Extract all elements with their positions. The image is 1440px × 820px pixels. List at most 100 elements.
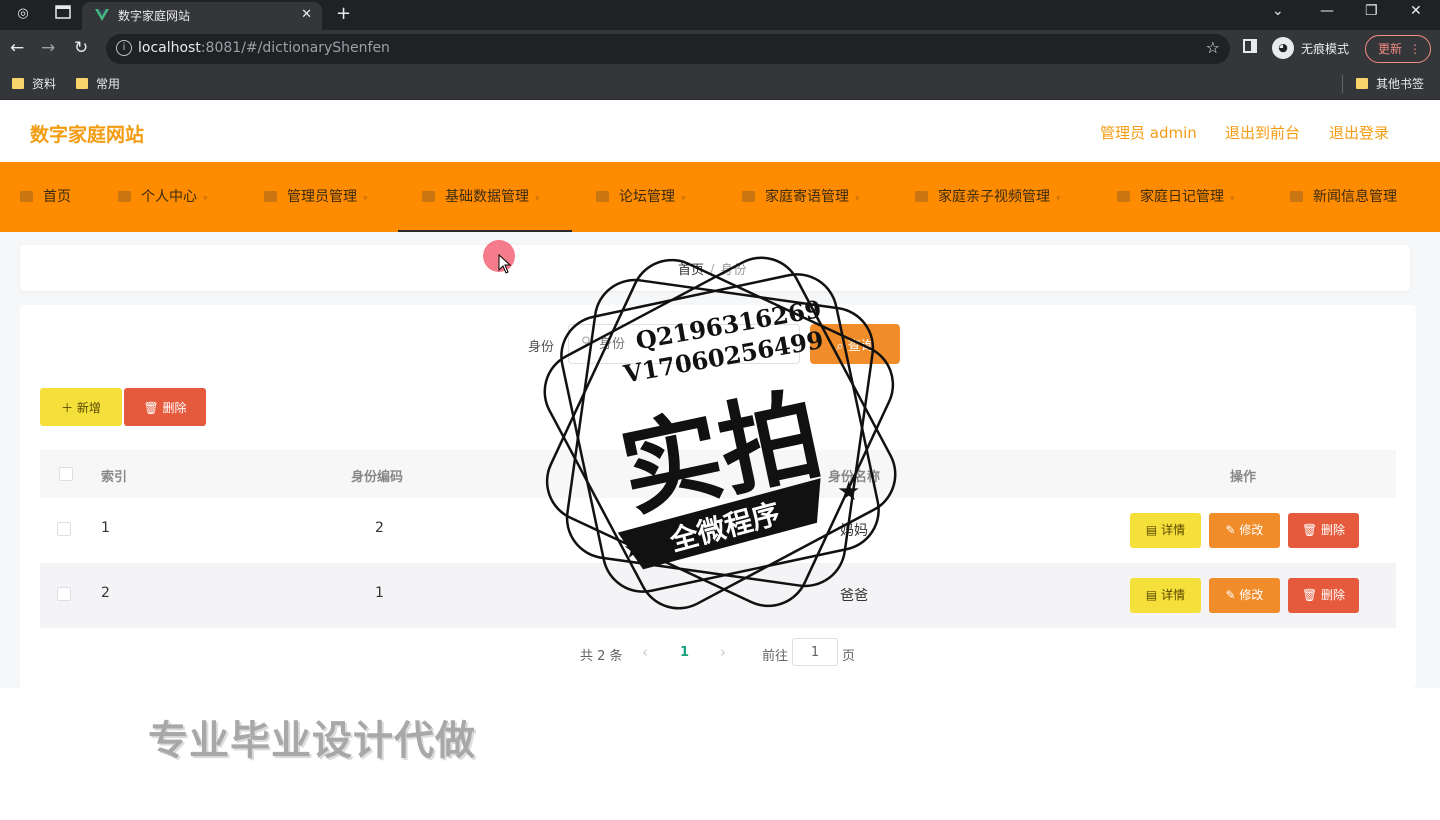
folder-icon [12, 78, 24, 89]
database-icon [422, 191, 435, 202]
update-button[interactable]: 更新 ⋮ [1365, 35, 1431, 63]
news-icon [1290, 191, 1303, 202]
update-label: 更新 [1378, 42, 1403, 56]
maximize-icon[interactable]: ❐ [1365, 3, 1378, 19]
pencil-icon: ✎ [1225, 523, 1240, 537]
cell-code: 1 [375, 585, 384, 601]
nav-item-admin[interactable]: 管理员管理 ▾ [264, 162, 368, 232]
admin-label: 管理员 admin [1100, 124, 1197, 142]
url-field[interactable]: i localhost:8081/#/dictionaryShenfen ☆ [106, 34, 1230, 64]
bookmark-folder-other[interactable]: 其他书签 [1356, 75, 1424, 92]
address-bar: ← → ↻ i localhost:8081/#/dictionaryShenf… [0, 30, 1440, 68]
side-panel-icon[interactable] [1243, 39, 1257, 53]
next-page-icon[interactable]: › [720, 643, 726, 661]
nav-item-family-message[interactable]: 家庭寄语管理 ▾ [742, 162, 860, 232]
folder-icon [76, 78, 88, 89]
tab-search-icon[interactable]: ⌄ [1272, 3, 1284, 19]
nav-item-family-diary[interactable]: 家庭日记管理 ▾ [1117, 162, 1235, 232]
row-checkbox[interactable] [57, 522, 71, 536]
add-button[interactable]: ＋ 新增 [40, 388, 122, 426]
vue-logo-icon [95, 9, 109, 21]
cell-code: 2 [375, 520, 384, 536]
pagination-current-page[interactable]: 1 [680, 645, 689, 660]
header-index: 索引 [101, 470, 128, 485]
admin-icon [264, 191, 277, 202]
star-icon: ★ [623, 535, 646, 565]
incognito-label: 无痕模式 [1301, 42, 1350, 56]
header-actions: 操作 [1230, 470, 1257, 485]
bookmark-separator [1342, 75, 1343, 93]
site-header: 数字家庭网站 管理员 admin 退出到前台 退出登录 [0, 100, 1440, 162]
main-nav: 首页 个人中心 ▾ 管理员管理 ▾ 基础数据管理 ▾ 论坛管理 ▾ 家庭寄语管理 ▾ 家庭… [0, 162, 1440, 232]
new-tab-icon[interactable]: + [336, 3, 351, 24]
close-window-icon[interactable]: ✕ [1410, 3, 1422, 19]
chevron-down-icon: ▾ [681, 194, 686, 204]
pencil-icon: ✎ [1225, 588, 1240, 602]
reload-icon[interactable]: ↻ [74, 38, 88, 58]
nav-item-news[interactable]: 新闻信息管理 [1290, 162, 1397, 232]
globe-icon[interactable]: ◎ [14, 5, 32, 23]
url-text: localhost:8081/#/dictionaryShenfen [138, 40, 390, 56]
bookmarks-bar: 资料 常用 其他书签 [0, 68, 1440, 100]
trash-icon: 🗑 [143, 400, 163, 415]
bookmark-folder-ziliao[interactable]: 资料 [12, 75, 56, 92]
detail-button[interactable]: ▤ 详情 [1130, 513, 1201, 548]
row-checkbox[interactable] [57, 587, 71, 601]
back-to-front-link[interactable]: 退出到前台 [1225, 122, 1300, 143]
header-code: 身份编码 [351, 470, 404, 485]
site-title: 数字家庭网站 [30, 124, 145, 146]
site-info-icon[interactable]: i [116, 40, 132, 56]
browser-tab-bar: ◎ 数字家庭网站 ✕ + ⌄ — ❐ ✕ [0, 0, 1440, 30]
pagination-total: 共 2 条 [580, 649, 623, 664]
message-icon [742, 191, 755, 202]
diary-icon [1117, 191, 1130, 202]
user-icon [118, 191, 131, 202]
pagination-goto-label: 前往 [762, 649, 789, 664]
chevron-down-icon: ▾ [1230, 194, 1235, 204]
plus-icon: ＋ [61, 400, 77, 415]
bookmark-star-icon[interactable]: ☆ [1206, 38, 1220, 57]
tab-close-icon[interactable]: ✕ [301, 7, 312, 22]
chevron-down-icon: ▾ [855, 194, 860, 204]
star-icon: ★ [837, 477, 860, 507]
chevron-down-icon: ▾ [363, 194, 368, 204]
incognito-icon[interactable]: ◕ [1272, 37, 1294, 59]
cell-index: 1 [101, 520, 110, 536]
detail-button[interactable]: ▤ 详情 [1130, 578, 1201, 613]
document-icon: ▤ [1145, 588, 1162, 602]
video-caption: 专业毕业设计代做 [148, 718, 476, 764]
menu-dots-icon: ⋮ [1409, 42, 1421, 56]
folder-icon [1356, 78, 1368, 89]
chevron-down-icon: ▾ [203, 194, 208, 204]
tab-title: 数字家庭网站 [118, 9, 191, 23]
watermark-stamp: Q2196316269 V17060256499 实拍 全微程序 ★ ★ [543, 256, 897, 610]
batch-delete-button[interactable]: 🗑 删除 [124, 388, 206, 426]
document-icon: ▤ [1145, 523, 1162, 537]
select-all-checkbox[interactable] [59, 467, 73, 481]
nav-item-basic-data[interactable]: 基础数据管理 ▾ [398, 162, 572, 232]
window-icon[interactable] [54, 5, 72, 23]
chevron-down-icon: ▾ [535, 194, 540, 204]
pagination-jump-input[interactable] [792, 638, 838, 666]
logout-link[interactable]: 退出登录 [1329, 122, 1389, 143]
delete-button[interactable]: 🗑 删除 [1288, 578, 1359, 613]
nav-item-family-video[interactable]: 家庭亲子视频管理 ▾ [915, 162, 1061, 232]
edit-button[interactable]: ✎ 修改 [1209, 513, 1280, 548]
edit-button[interactable]: ✎ 修改 [1209, 578, 1280, 613]
video-icon [915, 191, 928, 202]
pagination-page-suffix: 页 [842, 649, 856, 664]
trash-icon: 🗑 [1301, 588, 1322, 602]
minimize-icon[interactable]: — [1320, 3, 1334, 19]
nav-item-home[interactable]: 首页 [20, 162, 71, 232]
browser-tab-active[interactable]: 数字家庭网站 ✕ [82, 2, 322, 30]
forum-icon [596, 191, 609, 202]
prev-page-icon[interactable]: ‹ [642, 643, 648, 661]
nav-item-personal[interactable]: 个人中心 ▾ [118, 162, 208, 232]
back-icon[interactable]: ← [10, 38, 24, 58]
delete-button[interactable]: 🗑 删除 [1288, 513, 1359, 548]
bookmark-folder-changyong[interactable]: 常用 [76, 75, 120, 92]
mouse-cursor-icon [498, 254, 512, 274]
chevron-down-icon: ▾ [1056, 194, 1061, 204]
nav-item-forum[interactable]: 论坛管理 ▾ [596, 162, 686, 232]
forward-icon[interactable]: → [41, 38, 55, 58]
